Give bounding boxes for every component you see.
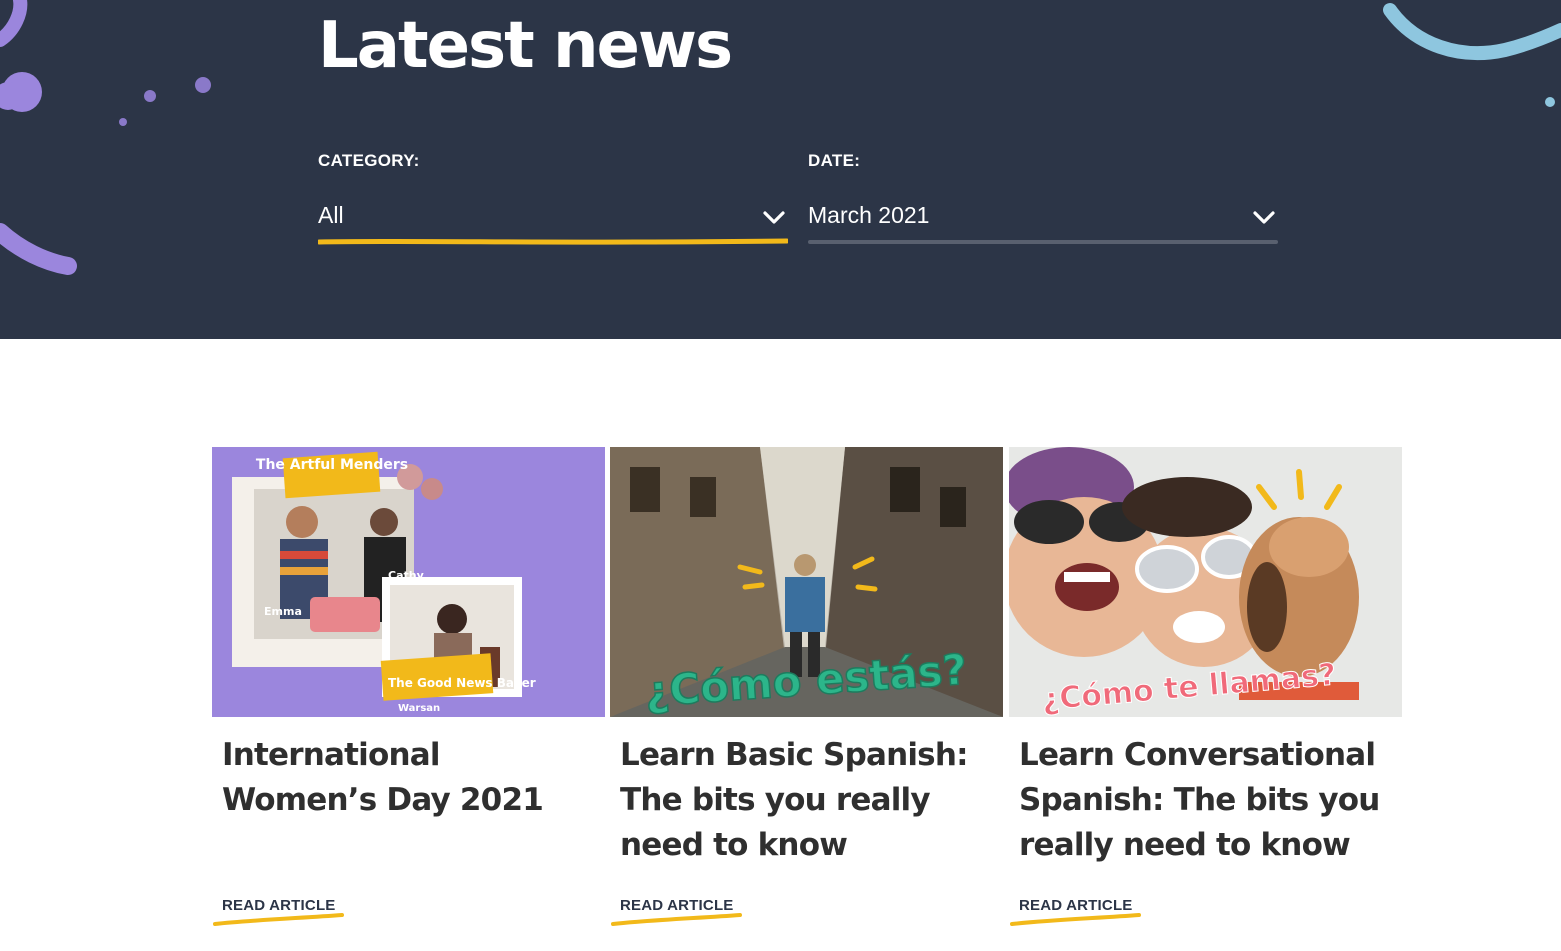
chevron-down-icon [1252,210,1276,230]
active-underline [318,238,788,245]
news-header: Latest news CATEGORY: All DATE: March 20… [0,0,1561,339]
read-article-underline [1010,913,1141,926]
date-label: DATE: [808,151,861,170]
page-title: Latest news [318,9,733,83]
category-label: CATEGORY: [318,151,420,170]
image-name-right: Cathy [388,569,424,582]
article-image[interactable]: ¿Cómo estás? [610,447,1003,717]
article-title[interactable]: Learn Basic Spanish: The bits you really… [620,733,992,868]
date-select[interactable]: March 2021 [808,196,1278,246]
image-badge-bottom: The Good News Baker [388,676,536,690]
decorative-brush-strokes [0,0,1561,275]
article-image[interactable]: ¿Cómo te llamas? [1009,447,1402,717]
inactive-underline [808,240,1278,244]
image-name-bottom: Warsan [398,703,440,714]
date-selected-value: March 2021 [808,202,930,228]
image-name-left: Emma [264,605,302,618]
category-selected-value: All [318,202,344,228]
article-title[interactable]: Learn Conversational Spanish: The bits y… [1019,733,1391,868]
article-title[interactable]: International Women’s Day 2021 [222,733,594,823]
read-article-underline [611,913,742,926]
read-article-underline [213,913,344,926]
category-select[interactable]: All [318,196,788,246]
article-image[interactable]: The Artful Menders Emma Cathy The Good N… [212,447,605,717]
image-badge-top: The Artful Menders [256,457,408,473]
chevron-down-icon [762,210,786,230]
